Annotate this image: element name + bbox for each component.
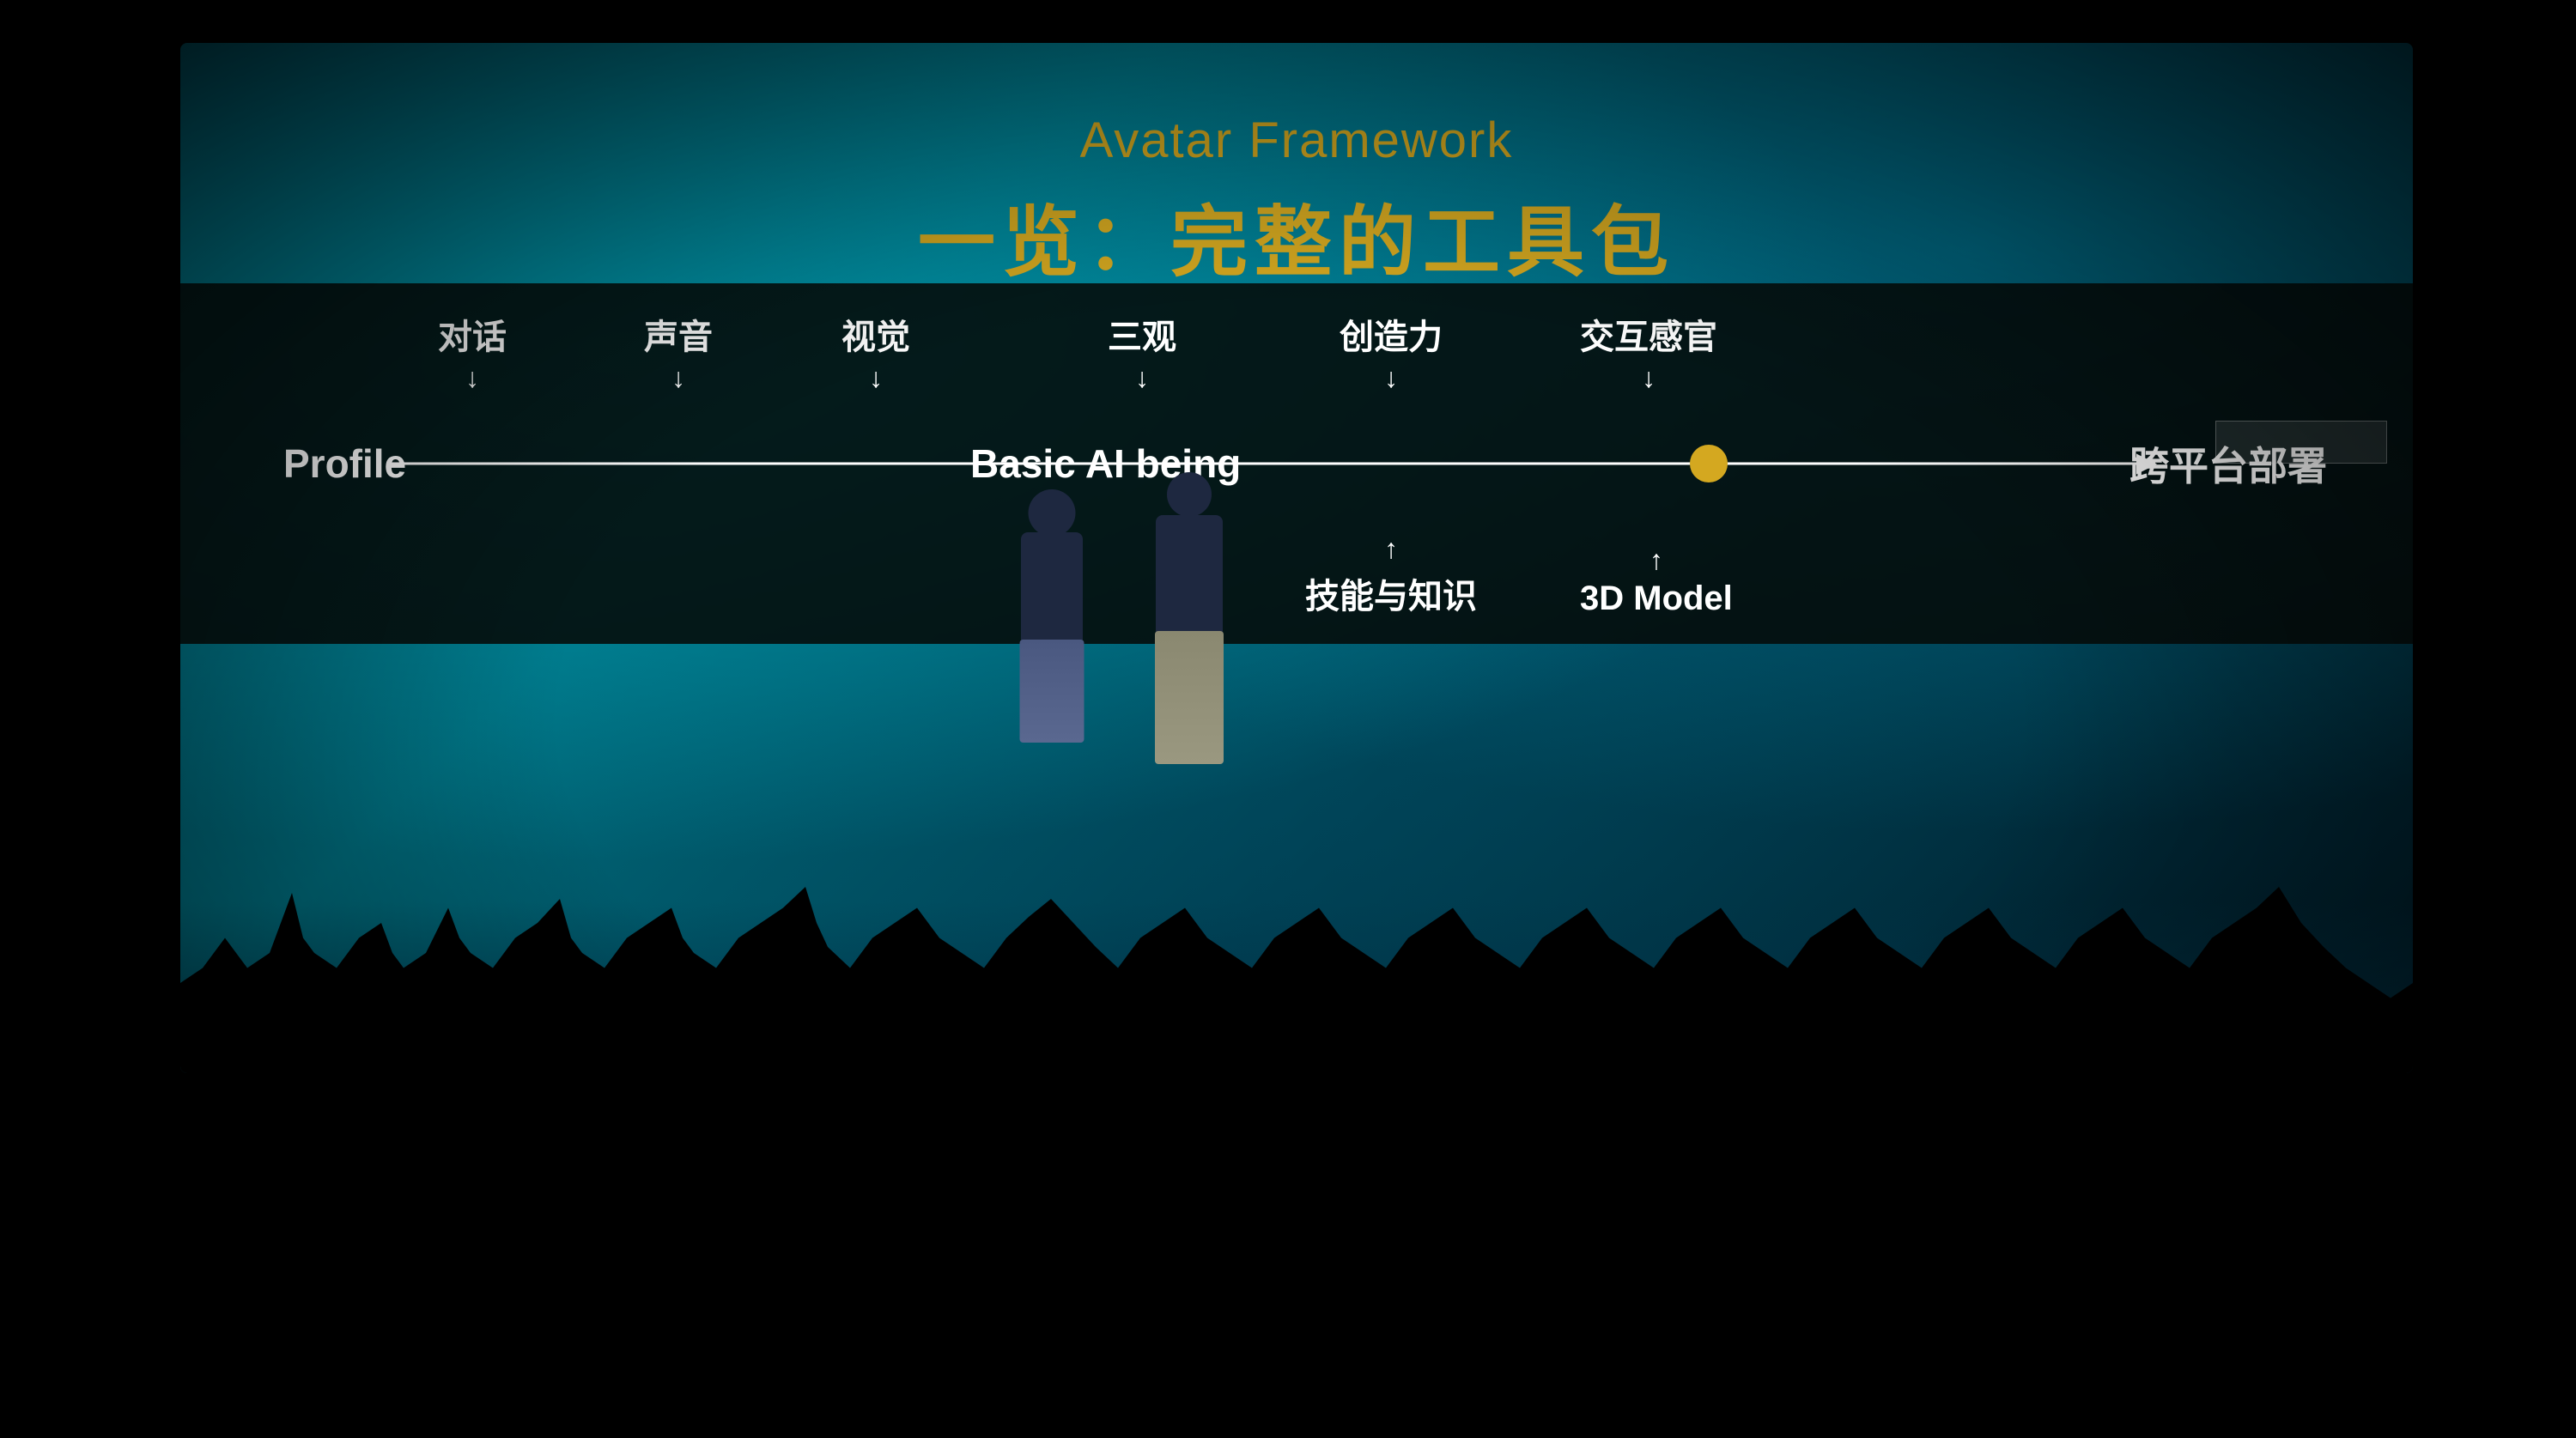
arrow-down-sensory: ↓ xyxy=(1580,362,1717,394)
arrow-down-creativity: ↓ xyxy=(1340,362,1443,394)
person-left-body xyxy=(1021,532,1083,644)
person-right-body xyxy=(1156,515,1223,635)
scene: Avatar Framework 一览：完整的工具包 Profile Basic… xyxy=(0,0,2576,1438)
arrow-down-sound: ↓ xyxy=(644,362,713,394)
arrow-down-vision: ↓ xyxy=(841,362,910,394)
audience-silhouette xyxy=(180,773,2413,1073)
audience-area xyxy=(180,687,2413,1073)
arrow-down-dialogue: ↓ xyxy=(438,362,507,394)
label-top-vision: 视觉 ↓ xyxy=(841,309,910,394)
label-top-values: 三观 ↓ xyxy=(1108,309,1176,394)
label-top-creativity: 创造力 ↓ xyxy=(1340,309,1443,394)
label-top-sensory: 交互感官 ↓ xyxy=(1580,309,1717,394)
person-right-head xyxy=(1167,472,1212,517)
label-top-sound: 声音 ↓ xyxy=(644,309,713,394)
title-chinese: 一览：完整的工具包 xyxy=(180,179,2413,291)
info-box xyxy=(2215,421,2387,464)
person-left-head xyxy=(1029,489,1076,537)
title-english: Avatar Framework xyxy=(180,112,2413,169)
arrow-down-values: ↓ xyxy=(1108,362,1176,394)
label-top-dialogue: 对话 ↓ xyxy=(438,309,507,394)
title-area: Avatar Framework 一览：完整的工具包 xyxy=(180,112,2413,291)
presentation-stage: Avatar Framework 一览：完整的工具包 Profile Basic… xyxy=(180,43,2413,1073)
